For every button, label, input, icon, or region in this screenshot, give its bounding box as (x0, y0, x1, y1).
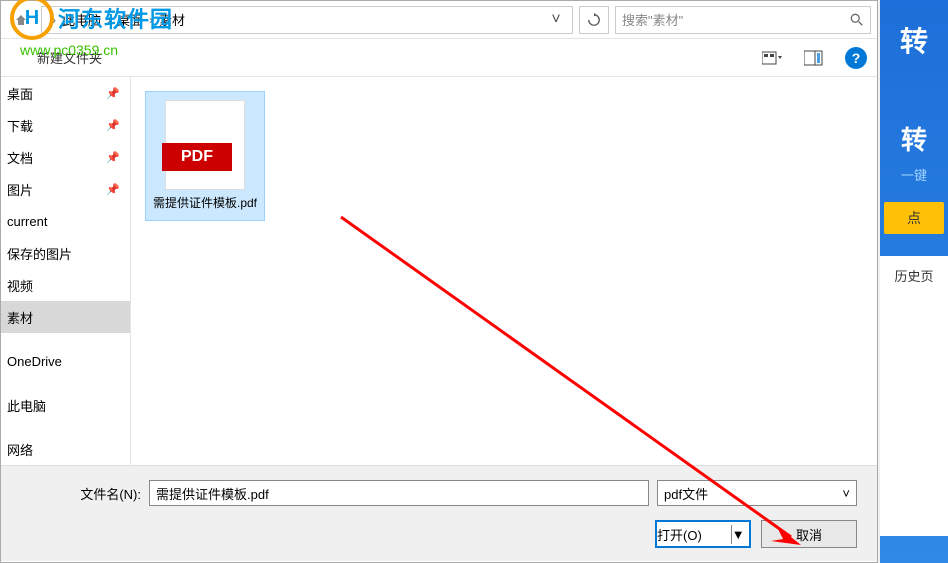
cancel-button[interactable]: 取消 (761, 520, 857, 548)
chevron-down-icon[interactable]: ˅ (544, 11, 568, 29)
panel-subtext: 一键 (880, 165, 948, 184)
pin-icon: 📌 (106, 119, 120, 132)
breadcrumb-item[interactable]: 素材 (159, 10, 185, 29)
chevron-down-icon: ˅ (842, 486, 850, 501)
file-list[interactable]: 需提供证件模板.pdf (131, 77, 877, 465)
breadcrumb-item[interactable]: 此电脑 (62, 10, 101, 29)
search-placeholder: 搜索"素材" (622, 10, 683, 29)
sidebar-item-videos[interactable]: 视频 (1, 269, 130, 301)
panel-history[interactable]: 历史页 (880, 256, 948, 536)
sidebar-item-onedrive[interactable]: OneDrive (1, 345, 130, 377)
sidebar-item-thispc[interactable]: 此电脑 (1, 389, 130, 421)
sidebar-item-downloads[interactable]: 下载📌 (1, 109, 130, 141)
help-button[interactable]: ? (845, 47, 867, 69)
pin-icon: 📌 (106, 183, 120, 196)
new-folder-button[interactable]: 新建文件夹 (37, 48, 102, 67)
preview-pane-button[interactable] (803, 47, 825, 69)
refresh-button[interactable] (579, 6, 609, 34)
main-area: 桌面📌 下载📌 文档📌 图片📌 current 保存的图片 视频 素材 OneD… (1, 77, 877, 465)
chevron-right-icon: › (107, 13, 111, 27)
search-input[interactable]: 搜索"素材" (615, 6, 871, 34)
sidebar-item-saved-pics[interactable]: 保存的图片 (1, 237, 130, 269)
app-side-panel: 转 转 一键 点 历史页 (880, 0, 948, 563)
open-dropdown-icon[interactable]: ▼ (732, 527, 749, 542)
sidebar: 桌面📌 下载📌 文档📌 图片📌 current 保存的图片 视频 素材 OneD… (1, 77, 131, 465)
sidebar-item-material[interactable]: 素材 (1, 301, 130, 333)
panel-title: 转 (880, 20, 948, 60)
breadcrumb[interactable]: › 此电脑 › 桌面 › 素材 ˅ (41, 6, 573, 34)
file-open-dialog: › 此电脑 › 桌面 › 素材 ˅ 搜索"素材" 新建文件夹 (0, 0, 878, 563)
sidebar-item-network[interactable]: 网络 (1, 433, 130, 465)
filename-input[interactable] (149, 480, 649, 506)
chevron-right-icon: › (52, 13, 56, 27)
filetype-select[interactable]: pdf文件 ˅ (657, 480, 857, 506)
file-item-pdf[interactable]: 需提供证件模板.pdf (145, 91, 265, 221)
pdf-file-icon (165, 100, 245, 190)
pin-icon: 📌 (106, 87, 120, 100)
sidebar-item-desktop[interactable]: 桌面📌 (1, 77, 130, 109)
sidebar-item-documents[interactable]: 文档📌 (1, 141, 130, 173)
breadcrumb-bar: › 此电脑 › 桌面 › 素材 ˅ 搜索"素材" (1, 1, 877, 39)
panel-action-button[interactable]: 点 (884, 202, 944, 234)
filename-label: 文件名(N): (21, 484, 141, 503)
toolbar: 新建文件夹 ? (1, 39, 877, 77)
view-mode-button[interactable] (761, 47, 783, 69)
file-name-label: 需提供证件模板.pdf (150, 196, 260, 212)
open-button[interactable]: 打开(O) ▼ (655, 520, 751, 548)
breadcrumb-item[interactable]: 桌面 (117, 10, 143, 29)
panel-heading: 转 (880, 120, 948, 157)
dialog-footer: 文件名(N): pdf文件 ˅ 打开(O) ▼ 取消 (1, 465, 877, 561)
search-icon (850, 13, 864, 27)
nav-up-button[interactable] (7, 6, 35, 34)
sidebar-item-pictures[interactable]: 图片📌 (1, 173, 130, 205)
sidebar-item-current[interactable]: current (1, 205, 130, 237)
pin-icon: 📌 (106, 151, 120, 164)
chevron-right-icon: › (149, 13, 153, 27)
